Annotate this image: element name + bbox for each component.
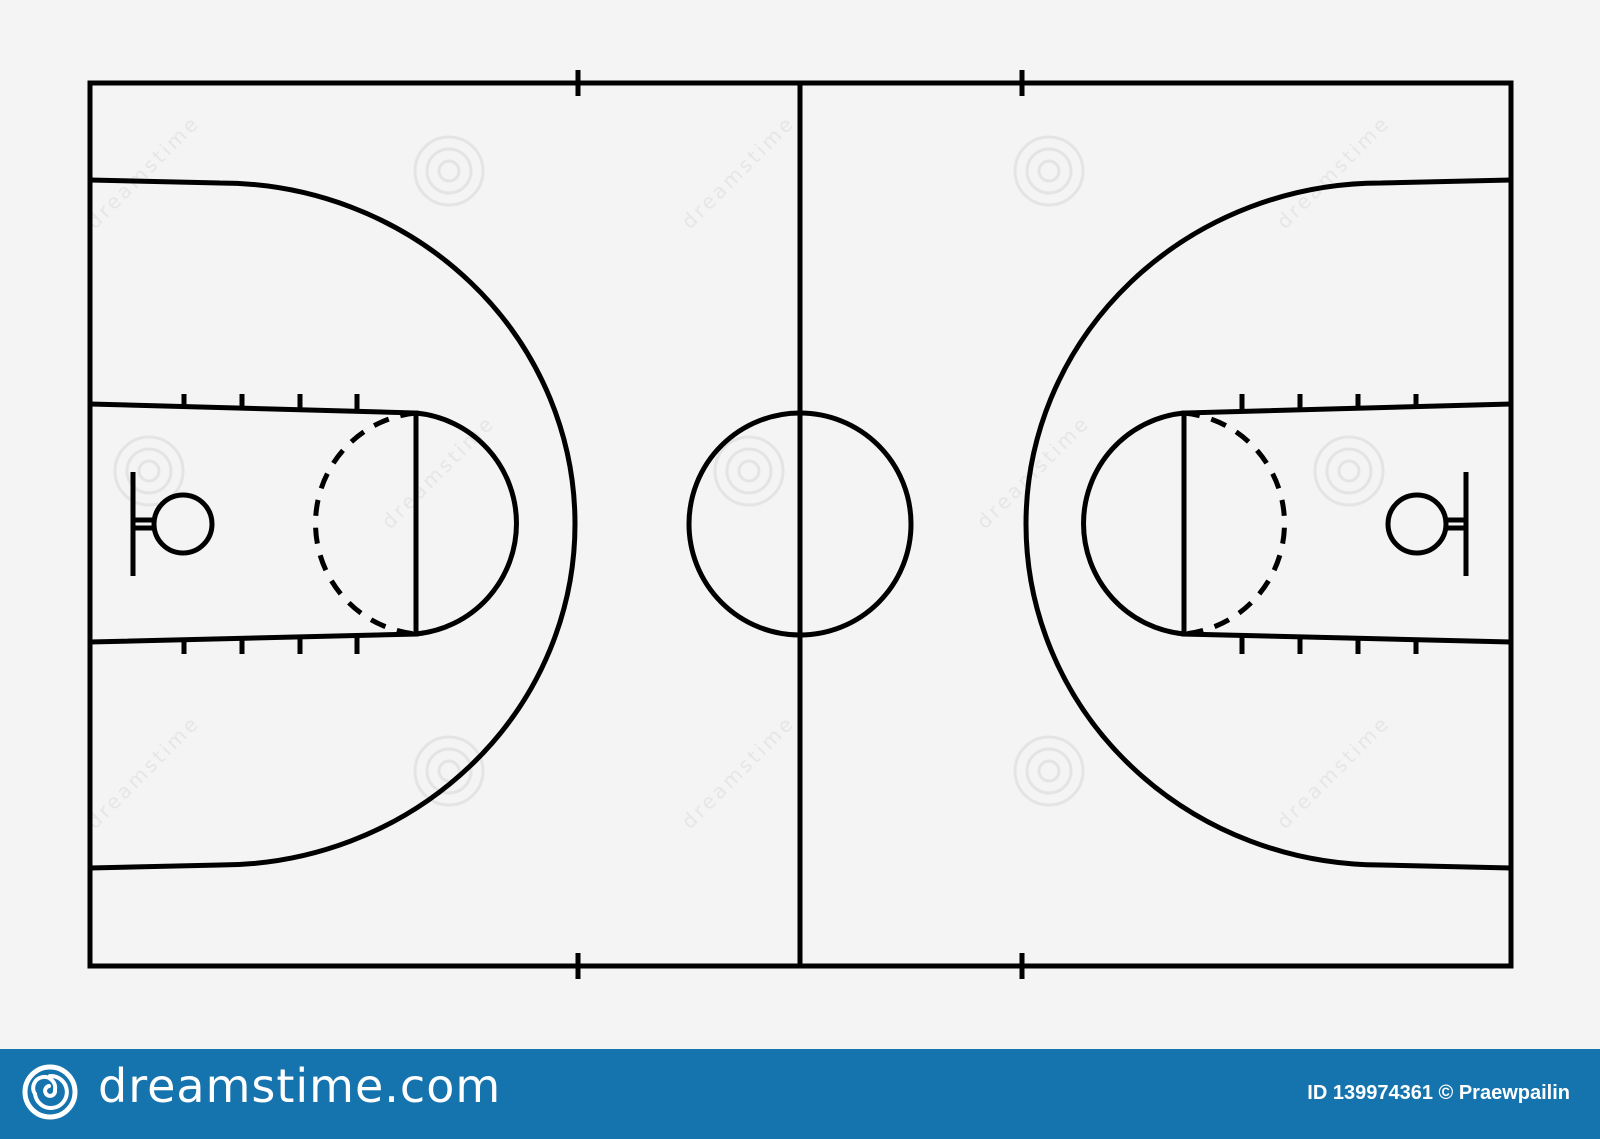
right-free-throw-arc bbox=[1081, 410, 1185, 637]
basketball-court-diagram: dreamstime dreamstime dreamstime dreamst… bbox=[82, 70, 1514, 979]
right-free-throw-arc-dashed bbox=[1183, 410, 1287, 637]
stock-footer-bar: dreamstime.com ID 139974361 © Praewpaili… bbox=[0, 1049, 1600, 1139]
watermark-spiral-icon bbox=[713, 435, 785, 507]
watermark-text: dreamstime bbox=[1272, 110, 1395, 233]
right-hoop bbox=[1385, 492, 1449, 556]
left-hoop bbox=[151, 492, 215, 556]
watermark-spiral-icon bbox=[1013, 735, 1085, 807]
image-id: ID 139974361 bbox=[1307, 1082, 1433, 1104]
watermark-layer: dreamstime dreamstime dreamstime dreamst… bbox=[82, 110, 1395, 833]
author-name[interactable]: Praewpailin bbox=[1459, 1082, 1570, 1104]
dreamstime-logo-icon bbox=[22, 1064, 78, 1120]
footer-logo-text[interactable]: dreamstime.com bbox=[98, 1059, 501, 1113]
right-three-point-line bbox=[1023, 177, 1512, 871]
watermark-spiral-icon bbox=[1313, 435, 1385, 507]
footer-credit: ID 139974361 © Praewpailin bbox=[1307, 1082, 1570, 1105]
watermark-text: dreamstime bbox=[82, 110, 205, 233]
watermark-text: dreamstime bbox=[377, 410, 500, 533]
watermark-text: dreamstime bbox=[82, 710, 205, 833]
watermark-spiral-icon bbox=[413, 135, 485, 207]
watermark-text: dreamstime bbox=[972, 410, 1095, 533]
watermark-text: dreamstime bbox=[677, 110, 800, 233]
watermark-text: dreamstime bbox=[1272, 710, 1395, 833]
image-stage: dreamstime dreamstime dreamstime dreamst… bbox=[0, 0, 1600, 1139]
watermark-spiral-icon bbox=[413, 735, 485, 807]
right-key bbox=[1181, 401, 1512, 645]
watermark-text: dreamstime bbox=[677, 710, 800, 833]
watermark-spiral-icon bbox=[1013, 135, 1085, 207]
copyright-symbol: © bbox=[1438, 1082, 1454, 1104]
